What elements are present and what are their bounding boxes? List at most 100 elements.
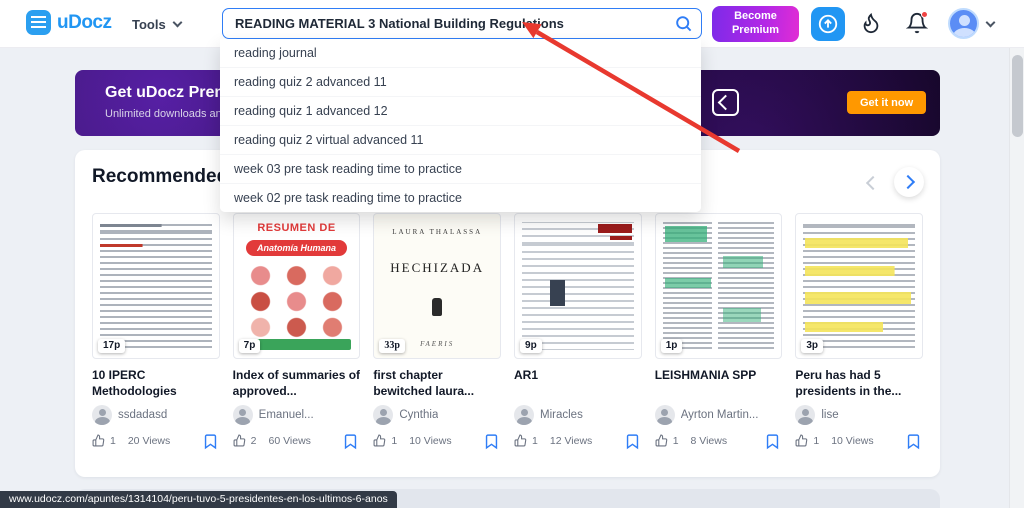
author-row: ssdadasd [92, 405, 220, 425]
cover-illustration [242, 262, 352, 338]
cover-title: RESUMEN DE [234, 222, 360, 234]
bookmark-icon[interactable] [905, 432, 922, 451]
chevron-down-icon [986, 17, 996, 27]
document-card[interactable]: RESUMEN DE Anatomía Humana 7p Index of s… [233, 213, 361, 447]
author-row: Emanuel... [233, 405, 361, 425]
avatar [233, 405, 253, 425]
thumbs-up-icon [655, 434, 668, 447]
page-count-badge: 3p [801, 339, 823, 353]
bookmark-icon[interactable] [202, 432, 219, 451]
document-card[interactable]: 1p LEISHMANIA SPP Ayrton Martin... 1 8 V… [655, 213, 783, 447]
views-count: 10 Views [831, 435, 873, 447]
page-count-badge: 33p [379, 339, 405, 353]
suggestion-item[interactable]: week 02 pre task reading time to practic… [220, 183, 701, 212]
user-avatar [948, 8, 979, 39]
bookmark-icon[interactable] [483, 432, 500, 451]
bookmark-icon[interactable] [624, 432, 641, 451]
document-title: LEISHMANIA SPP [655, 368, 783, 399]
bookmark-icon[interactable] [342, 432, 359, 451]
likes-count: 1 [532, 435, 538, 447]
scrollbar-thumb[interactable] [1012, 55, 1023, 137]
avatar [514, 405, 534, 425]
likes-count: 1 [813, 435, 819, 447]
document-title: Index of summaries of approved... [233, 368, 361, 399]
likes-count: 1 [673, 435, 679, 447]
author-name: ssdadasd [118, 409, 167, 421]
author-name: Miracles [540, 409, 583, 421]
author-name: Ayrton Martin... [681, 409, 759, 421]
cover-illustration [803, 222, 915, 350]
document-title: 10 IPERC Methodologies [92, 368, 220, 399]
avatar [373, 405, 393, 425]
views-count: 10 Views [409, 435, 451, 447]
document-card[interactable]: 3p Peru has had 5 presidents in the... l… [795, 213, 923, 447]
search-box [222, 8, 702, 39]
suggestion-item[interactable]: reading quiz 2 virtual advanced 11 [220, 125, 701, 154]
thumbs-up-icon [373, 434, 386, 447]
author-row: Miracles [514, 405, 642, 425]
author-row: Ayrton Martin... [655, 405, 783, 425]
become-premium-button[interactable]: Become Premium [712, 6, 799, 42]
get-it-now-button[interactable]: Get it now [847, 91, 926, 114]
upload-icon [817, 13, 839, 35]
page-count-badge: 7p [239, 339, 261, 353]
cover-subtitle: Anatomía Humana [246, 240, 348, 256]
stats-row: 2 60 Views [233, 434, 361, 447]
notifications-button[interactable] [904, 11, 930, 37]
author-name: Emanuel... [259, 409, 314, 421]
stats-row: 1 8 Views [655, 434, 783, 447]
stats-row: 1 20 Views [92, 434, 220, 447]
status-bar-url: www.udocz.com/apuntes/1314104/peru-tuvo-… [0, 491, 397, 508]
page-count-badge: 17p [98, 339, 125, 353]
udocz-logo[interactable]: uDocz [26, 10, 112, 35]
avatar [92, 405, 112, 425]
user-menu[interactable] [948, 8, 994, 39]
author-row: Cynthia [373, 405, 501, 425]
document-card[interactable]: 9p AR1 Miracles 1 12 Views [514, 213, 642, 447]
thumbs-up-icon [92, 434, 105, 447]
likes-count: 2 [251, 435, 257, 447]
author-name: Cynthia [399, 409, 438, 421]
author-name: lise [821, 409, 838, 421]
cover-title: HECHIZADA [374, 260, 500, 276]
views-count: 12 Views [550, 435, 592, 447]
thumbs-up-icon [233, 434, 246, 447]
document-thumbnail[interactable]: 9p [514, 213, 642, 359]
card-list: 17p 10 IPERC Methodologies ssdadasd 1 20… [92, 213, 923, 447]
views-count: 20 Views [128, 435, 170, 447]
views-count: 60 Views [269, 435, 311, 447]
document-card[interactable]: 17p 10 IPERC Methodologies ssdadasd 1 20… [92, 213, 220, 447]
suggestion-item[interactable]: reading quiz 2 advanced 11 [220, 67, 701, 96]
bookmark-icon[interactable] [764, 432, 781, 451]
document-card[interactable]: LAURA THALASSA HECHIZADA FAERIS 33p firs… [373, 213, 501, 447]
cover-illustration [100, 222, 212, 350]
document-title: Peru has had 5 presidents in the... [795, 368, 923, 399]
document-thumbnail[interactable]: RESUMEN DE Anatomía Humana 7p [233, 213, 361, 359]
document-thumbnail[interactable]: LAURA THALASSA HECHIZADA FAERIS 33p [373, 213, 501, 359]
page-count-badge: 1p [661, 339, 683, 353]
search-input[interactable] [222, 8, 702, 39]
suggestion-item[interactable]: reading quiz 1 advanced 12 [220, 96, 701, 125]
document-title: first chapter bewitched laura... [373, 368, 501, 399]
document-thumbnail[interactable]: 1p [655, 213, 783, 359]
avatar [795, 405, 815, 425]
streak-flame-button[interactable] [858, 11, 884, 37]
document-thumbnail[interactable]: 3p [795, 213, 923, 359]
suggestion-item[interactable]: week 03 pre task reading time to practic… [220, 154, 701, 183]
document-thumbnail[interactable]: 17p [92, 213, 220, 359]
scrollbar[interactable] [1009, 0, 1024, 508]
section-title: Recommended [92, 166, 228, 188]
carousel-next-icon[interactable] [894, 167, 924, 197]
stats-row: 1 10 Views [795, 434, 923, 447]
upload-button[interactable] [811, 7, 845, 41]
thumbs-up-icon [514, 434, 527, 447]
flame-icon [860, 11, 882, 35]
page: Get uDocz Premium Unlimited downloads an… [0, 0, 1024, 508]
suggestion-item[interactable]: reading journal [220, 39, 701, 67]
tools-menu[interactable]: Tools [132, 0, 181, 48]
document-title: AR1 [514, 368, 642, 399]
cover-illustration [522, 222, 634, 350]
carousel-prev-icon[interactable] [858, 170, 884, 196]
search-icon[interactable] [674, 14, 693, 33]
download-icon [712, 89, 739, 116]
